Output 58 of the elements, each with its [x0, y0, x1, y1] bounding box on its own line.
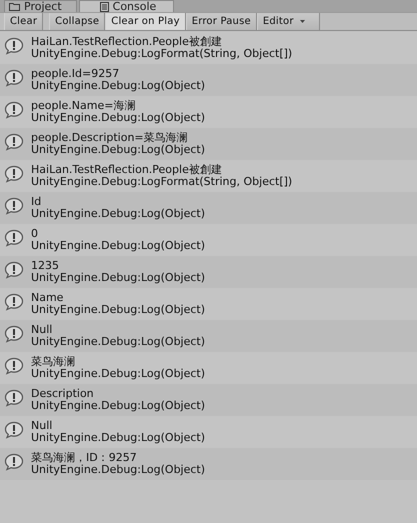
info-bubble-icon: [4, 165, 24, 183]
log-source: UnityEngine.Debug:Log(Object): [31, 368, 206, 380]
info-bubble-icon: [4, 357, 24, 375]
info-bubble-icon: [4, 389, 24, 407]
panel-tab[interactable]: Console: [78, 0, 174, 12]
log-source: UnityEngine.Debug:Log(Object): [31, 304, 206, 316]
log-message: 菜鸟海澜: [31, 356, 76, 368]
info-bubble-icon: [4, 69, 24, 87]
log-entry[interactable]: people.Id=9257 UnityEngine.Debug:Log(Object): [0, 64, 417, 96]
log-entry[interactable]: Null UnityEngine.Debug:Log(Object): [0, 320, 417, 352]
log-source: UnityEngine.Debug:Log(Object): [31, 400, 206, 412]
log-source: UnityEngine.Debug:Log(Object): [31, 272, 206, 284]
log-source: UnityEngine.Debug:Log(Object): [31, 240, 206, 252]
log-source: UnityEngine.Debug:Log(Object): [31, 144, 206, 156]
log-message: people.Description=菜鸟海澜: [31, 132, 189, 144]
log-entry[interactable]: Description UnityEngine.Debug:Log(Object): [0, 384, 417, 416]
log-entry[interactable]: 1235 UnityEngine.Debug:Log(Object): [0, 256, 417, 288]
info-bubble-icon: [4, 133, 24, 151]
document-icon: [100, 2, 109, 12]
info-bubble-icon: [4, 37, 24, 55]
log-entry[interactable]: people.Description=菜鸟海澜 UnityEngine.Debug:Log(Object): [0, 128, 417, 160]
log-source: UnityEngine.Debug:Log(Object): [31, 112, 206, 124]
log-source: UnityEngine.Debug:Log(Object): [31, 80, 206, 92]
log-entry[interactable]: 菜鸟海澜，ID：9257 UnityEngine.Debug:Log(Object): [0, 448, 417, 480]
log-entry[interactable]: Id UnityEngine.Debug:Log(Object): [0, 192, 417, 224]
info-bubble-icon: [4, 229, 24, 247]
info-bubble-icon: [4, 293, 24, 311]
log-message: people.Id=9257: [31, 68, 120, 80]
log-source: UnityEngine.Debug:Log(Object): [31, 464, 206, 476]
log-message: Null: [31, 420, 54, 432]
log-message: Null: [31, 324, 54, 336]
log-message: 1235: [31, 260, 60, 272]
log-message: HaiLan.TestReflection.People被創建: [31, 164, 223, 176]
toolbar-button[interactable]: Clear on Play: [105, 13, 186, 30]
log-source: UnityEngine.Debug:Log(Object): [31, 432, 206, 444]
toolbar-button[interactable]: Collapse: [49, 13, 106, 30]
log-message: people.Name=海澜: [31, 100, 136, 112]
toolbar-button[interactable]: Editor: [256, 13, 320, 30]
log-message: Description: [31, 388, 95, 400]
log-message: 菜鸟海澜，ID：9257: [31, 452, 138, 464]
log-source: UnityEngine.Debug:Log(Object): [31, 208, 206, 220]
log-message: Name: [31, 292, 64, 304]
info-bubble-icon: [4, 197, 24, 215]
log-message: Id: [31, 196, 42, 208]
log-message: HaiLan.TestReflection.People被創建: [31, 36, 223, 48]
log-source: UnityEngine.Debug:LogFormat(String, Object[]): [31, 176, 292, 188]
info-bubble-icon: [4, 325, 24, 343]
folder-icon: [9, 2, 20, 11]
info-bubble-icon: [4, 421, 24, 439]
info-bubble-icon: [4, 261, 24, 279]
info-bubble-icon: [4, 101, 24, 119]
toolbar-button[interactable]: Error Pause: [186, 13, 257, 30]
info-bubble-icon: [4, 453, 24, 471]
log-source: UnityEngine.Debug:Log(Object): [31, 336, 206, 348]
log-message: 0: [31, 228, 39, 240]
log-source: UnityEngine.Debug:LogFormat(String, Object[]): [31, 48, 292, 60]
toolbar-button[interactable]: Clear: [4, 13, 44, 30]
panel-tab[interactable]: Project: [4, 0, 77, 12]
